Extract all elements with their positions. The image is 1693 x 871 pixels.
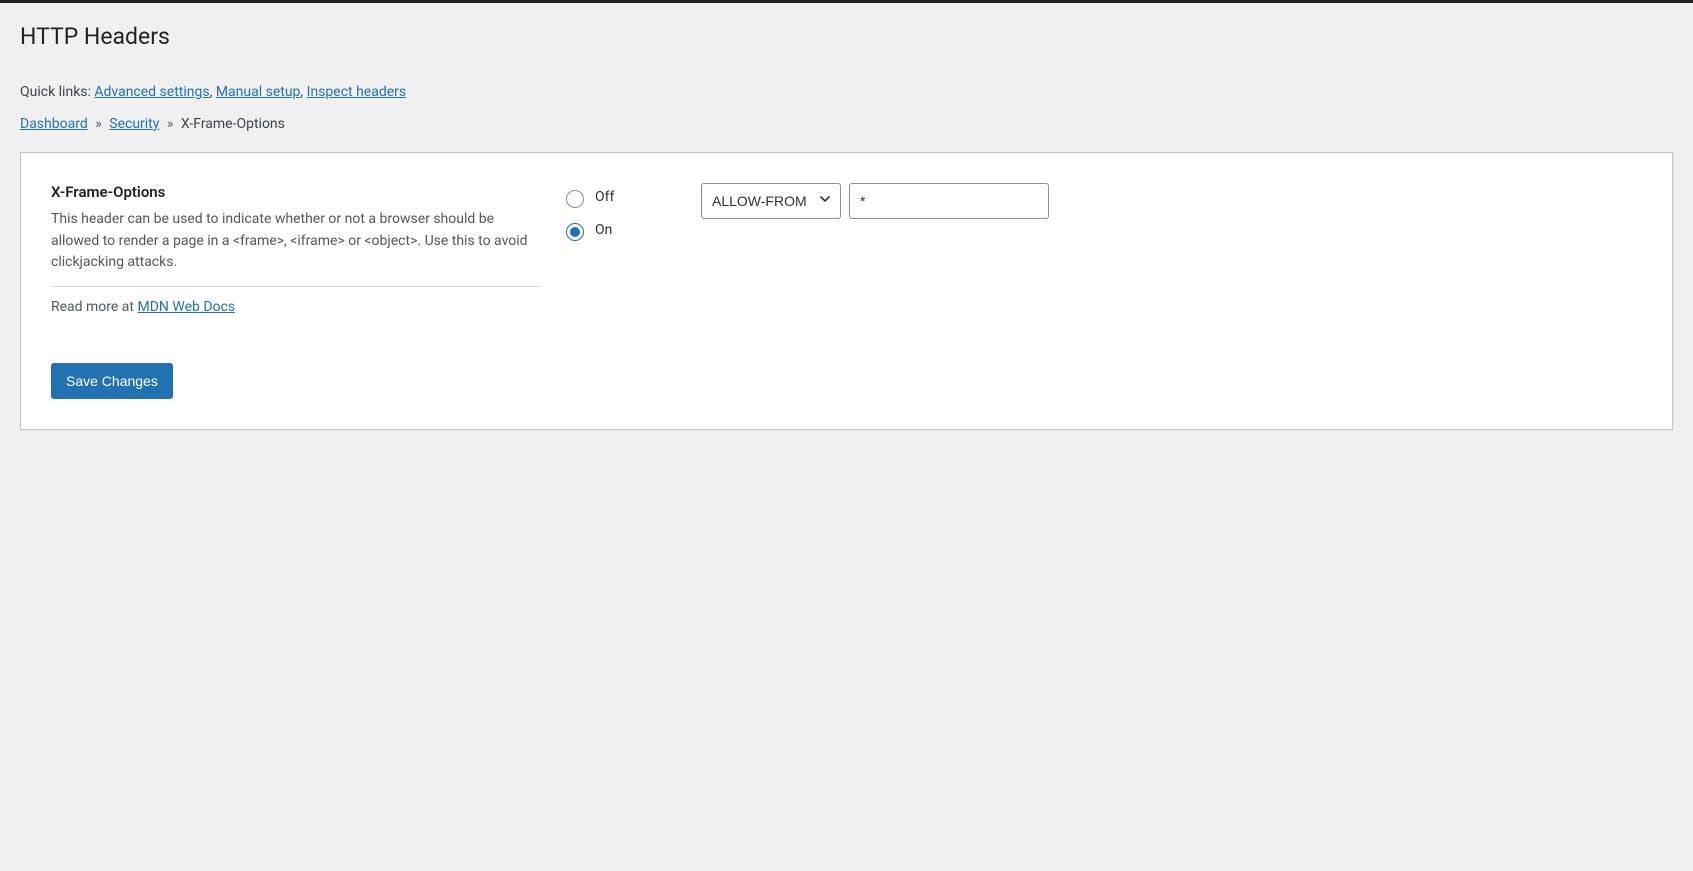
breadcrumb-security[interactable]: Security: [109, 116, 159, 132]
radio-on[interactable]: [566, 223, 584, 241]
value-select[interactable]: ALLOW-FROM: [701, 183, 841, 219]
radio-on-label[interactable]: On: [561, 220, 681, 241]
read-more: Read more at MDN Web Docs: [51, 299, 541, 315]
header-name: X-Frame-Options: [51, 183, 541, 201]
radio-off-label[interactable]: Off: [561, 187, 681, 208]
read-more-label: Read more at: [51, 299, 137, 315]
link-manual-setup[interactable]: Manual setup: [216, 84, 301, 100]
link-advanced-settings[interactable]: Advanced settings: [94, 84, 209, 100]
breadcrumb: Dashboard » Security » X-Frame-Options: [20, 116, 1673, 132]
radio-on-text: On: [595, 222, 612, 238]
settings-panel: X-Frame-Options This header can be used …: [20, 152, 1673, 430]
value-input[interactable]: [849, 183, 1049, 219]
breadcrumb-dashboard[interactable]: Dashboard: [20, 116, 88, 132]
save-button[interactable]: Save Changes: [51, 363, 173, 399]
page-title: HTTP Headers: [20, 13, 1673, 56]
breadcrumb-separator: »: [163, 116, 178, 132]
header-description: This header can be used to indicate whet…: [51, 209, 541, 287]
quick-links-label: Quick links:: [20, 84, 94, 100]
value-select-wrap: ALLOW-FROM: [701, 183, 841, 219]
radio-off-text: Off: [595, 189, 614, 205]
link-mdn-docs[interactable]: MDN Web Docs: [137, 299, 235, 315]
breadcrumb-current: X-Frame-Options: [181, 116, 285, 132]
breadcrumb-separator: »: [91, 116, 106, 132]
toggle-group: Off On: [561, 183, 681, 253]
link-inspect-headers[interactable]: Inspect headers: [307, 84, 406, 100]
quick-links: Quick links: Advanced settings, Manual s…: [20, 84, 1673, 100]
radio-off[interactable]: [566, 190, 584, 208]
